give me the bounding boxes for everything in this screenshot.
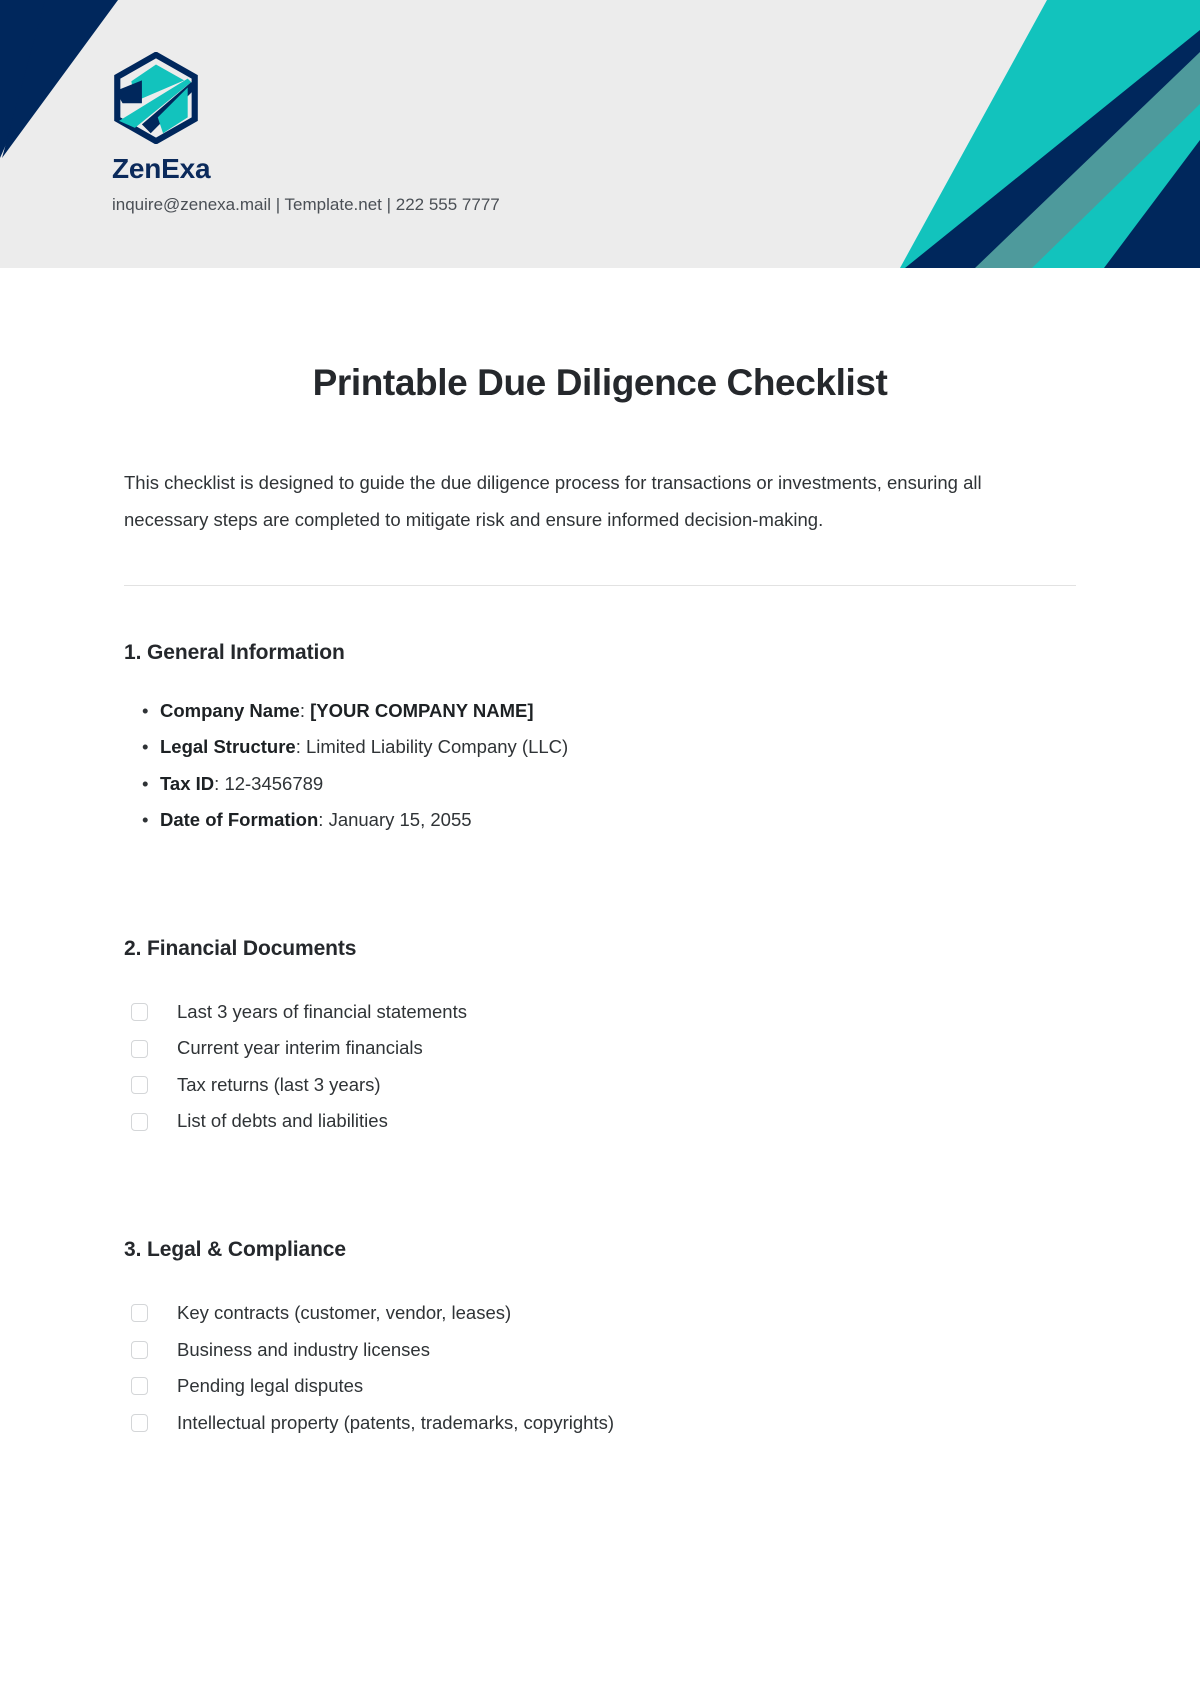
list-item: Date of Formation: January 15, 2055 (142, 802, 1076, 839)
section-heading: 1. General Information (124, 641, 345, 665)
sections-container: 1. General Information Company Name: [YOU… (124, 639, 1076, 1441)
brand-contact-line: inquire@zenexa.mail | Template.net | 222… (112, 194, 500, 214)
checkbox-icon[interactable] (131, 1340, 148, 1359)
checklist-item[interactable]: Tax returns (last 3 years) (124, 1067, 1076, 1104)
checklist-item[interactable]: Pending legal disputes (124, 1368, 1076, 1405)
field-value: January 15, 2055 (328, 809, 472, 831)
checkbox-icon[interactable] (131, 1377, 148, 1396)
brand-name: ZenExa (112, 153, 211, 184)
checklist-item[interactable]: Business and industry licenses (124, 1332, 1076, 1369)
intro-paragraph: This checklist is designed to guide the … (124, 472, 982, 531)
checklist: Last 3 years of financial statements Curr… (124, 994, 1076, 1140)
checkbox-icon[interactable] (131, 1112, 148, 1131)
checklist-item[interactable]: Intellectual property (patents, trademar… (124, 1405, 1076, 1442)
section-divider (124, 585, 1076, 587)
field-separator: : (318, 809, 329, 831)
section-heading: 3. Legal & Compliance (124, 1237, 346, 1261)
checklist-item-label: Last 3 years of financial statements (177, 1000, 467, 1022)
checklist-item-label: Key contracts (customer, vendor, leases) (177, 1302, 512, 1324)
page-title: Printable Due Diligence Checklist (312, 362, 888, 403)
field-label: Legal Structure (160, 736, 296, 758)
field-separator: : (299, 699, 311, 721)
checklist-item-label: Tax returns (last 3 years) (177, 1073, 381, 1095)
checklist-item-label: Business and industry licenses (177, 1338, 430, 1360)
section: 1. General Information Company Name: [YOU… (124, 639, 1076, 838)
field-value: 12-3456789 (224, 772, 324, 794)
checkbox-icon[interactable] (131, 1413, 148, 1432)
section: 2. Financial Documents Last 3 years of fi… (124, 935, 1076, 1140)
checkbox-icon[interactable] (131, 1076, 148, 1095)
list-item: Legal Structure: Limited Liability Compa… (142, 729, 1076, 766)
checklist: Key contracts (customer, vendor, leases)… (124, 1295, 1076, 1441)
checkbox-icon[interactable] (131, 1304, 148, 1323)
checklist-item[interactable]: Last 3 years of financial statements (124, 994, 1076, 1031)
field-separator: : (295, 736, 306, 758)
section: 3. Legal & Compliance Key contracts (cust… (124, 1236, 1076, 1441)
section-heading: 2. Financial Documents (124, 936, 357, 960)
document-body: Printable Due Diligence Checklist This c… (0, 268, 1200, 1441)
field-label: Date of Formation (160, 809, 319, 831)
brand-block: ZenExa inquire@zenexa.mail | Template.ne… (110, 52, 500, 215)
checklist-item-label: Current year interim financials (177, 1037, 423, 1059)
page-header: ZenExa inquire@zenexa.mail | Template.ne… (0, 0, 1200, 268)
field-label: Tax ID (160, 772, 215, 794)
checklist-item-label: Intellectual property (patents, trademar… (177, 1411, 614, 1433)
zenexa-hexagon-logo-icon (114, 52, 198, 144)
list-item: Tax ID: 12-3456789 (142, 766, 1076, 803)
checklist-item-label: Pending legal disputes (177, 1375, 364, 1397)
list-item: Company Name: [YOUR COMPANY NAME] (142, 693, 1076, 730)
field-label: Company Name (160, 699, 300, 721)
info-bullet-list: Company Name: [YOUR COMPANY NAME]Legal S… (124, 693, 1076, 839)
checkbox-icon[interactable] (131, 1003, 148, 1022)
checklist-item[interactable]: Current year interim financials (124, 1030, 1076, 1067)
field-value: Limited Liability Company (LLC) (305, 736, 569, 758)
field-value: [YOUR COMPANY NAME] (310, 699, 534, 721)
field-separator: : (214, 772, 225, 794)
checklist-item-label: List of debts and liabilities (177, 1110, 388, 1132)
checklist-item[interactable]: List of debts and liabilities (124, 1103, 1076, 1140)
checkbox-icon[interactable] (131, 1039, 148, 1058)
checklist-item[interactable]: Key contracts (customer, vendor, leases) (124, 1295, 1076, 1332)
